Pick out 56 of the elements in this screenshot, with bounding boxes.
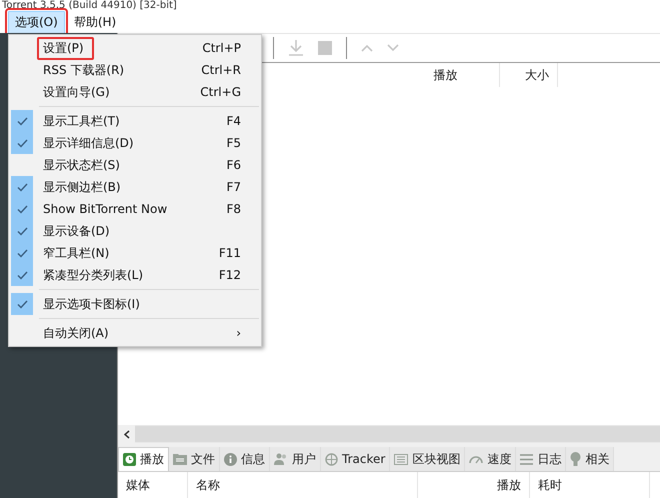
column-header[interactable]: 耗时 (530, 472, 650, 498)
menu-bar-item[interactable]: 选项(O) (8, 10, 65, 34)
menu-item[interactable]: 显示侧边栏(B) F7 (35, 176, 261, 198)
detail-tab[interactable]: 信息 (220, 447, 270, 471)
detail-tab[interactable]: 播放 (118, 447, 169, 471)
globe-icon (325, 452, 338, 466)
menu-item[interactable]: 显示工具栏(T) F4 (35, 110, 261, 132)
stop-icon[interactable] (318, 41, 332, 55)
menu-item[interactable]: 显示选项卡图标(I) (35, 293, 261, 315)
up-chevron-icon[interactable] (361, 44, 373, 52)
menu-item[interactable]: 紧凑型分类列表(L) F12 (35, 264, 261, 286)
menu-item[interactable]: 显示详细信息(D) F5 (35, 132, 261, 154)
column-header[interactable]: 名称 (188, 472, 418, 498)
down-chevron-icon[interactable] (387, 44, 399, 52)
detail-tab[interactable]: 用户 (270, 447, 321, 471)
shortcut-text: F11 (218, 246, 241, 260)
menu-item[interactable]: 显示设备(D) (35, 220, 261, 242)
menu-bar-item[interactable]: 帮助(H) (66, 10, 124, 34)
menu-item[interactable]: 设置(P) Ctrl+P (35, 37, 261, 59)
column-header[interactable]: 大小 (500, 63, 558, 87)
menu-item[interactable]: RSS 下载器(R) Ctrl+R (35, 59, 261, 81)
lightbulb-icon (570, 452, 582, 466)
menu-item[interactable]: 窄工具栏(N) F11 (35, 242, 261, 264)
detail-tab[interactable]: 文件 (169, 447, 220, 471)
blocks-icon (394, 454, 408, 464)
shortcut-text: F7 (226, 180, 241, 194)
gauge-icon (469, 454, 484, 464)
column-header[interactable]: 播放 (418, 472, 530, 498)
info-icon (224, 452, 237, 466)
shortcut-text: F5 (226, 136, 241, 150)
folder-icon (173, 453, 187, 465)
shortcut-text: F12 (218, 268, 241, 282)
detail-tab[interactable]: Tracker (321, 447, 390, 471)
detail-tab[interactable]: 速度 (465, 447, 516, 471)
shortcut-text: F8 (226, 202, 241, 216)
column-header[interactable]: 媒体 (118, 472, 188, 498)
window-title: Torrent 3.5.5 (Build 44910) [32-bit] (2, 0, 177, 11)
submenu-arrow: › (236, 326, 241, 340)
detail-tab[interactable]: 日志 (516, 447, 566, 471)
list-icon (520, 454, 534, 464)
shortcut-text: F6 (226, 158, 241, 172)
column-header[interactable]: 播放 (400, 63, 500, 87)
menu-item[interactable]: 设置向导(G) Ctrl+G (35, 81, 261, 103)
menu-item[interactable]: 显示状态栏(S) F6 (35, 154, 261, 176)
shortcut-text: Ctrl+R (201, 63, 241, 77)
download-icon[interactable] (288, 39, 304, 57)
clock-icon (123, 453, 136, 466)
menu-item[interactable]: Show BitTorrent Now F8 (35, 198, 261, 220)
users-icon (274, 453, 288, 465)
shortcut-text: F4 (226, 114, 241, 128)
shortcut-text: Ctrl+G (200, 85, 241, 99)
menu-item[interactable]: 自动关闭(A) › (35, 322, 261, 344)
detail-tab[interactable]: 区块视图 (390, 447, 466, 471)
detail-tab[interactable]: 相关 (566, 447, 614, 471)
scroll-left-icon[interactable] (118, 425, 135, 443)
shortcut-text: Ctrl+P (202, 41, 241, 55)
